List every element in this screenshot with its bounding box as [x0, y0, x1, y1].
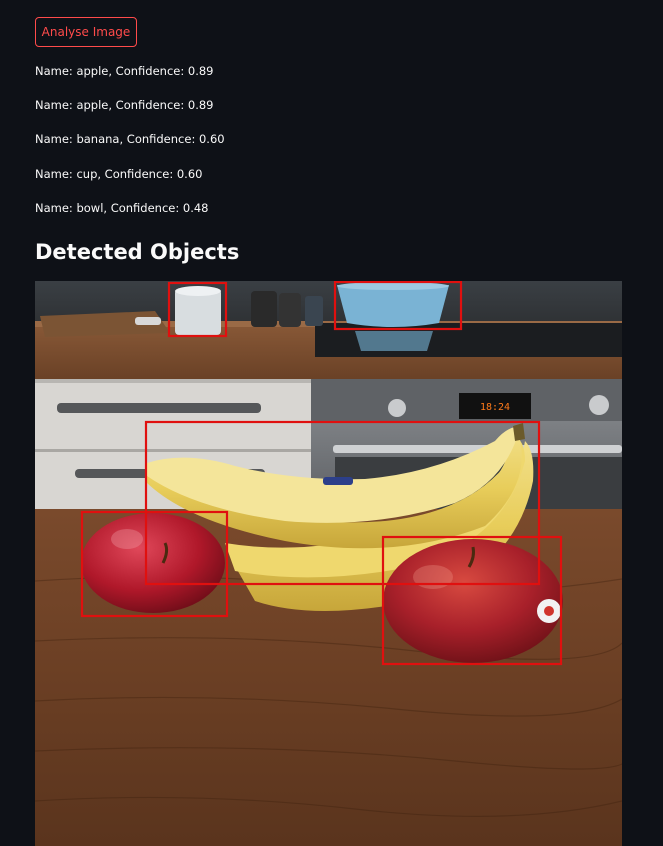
app-page: Analyse Image Name: apple, Confidence: 0…: [0, 0, 663, 846]
right-apple: [383, 539, 563, 663]
jar: [251, 291, 277, 327]
analyse-image-button[interactable]: Analyse Image: [35, 17, 137, 47]
detection-result-apple-2: Name: apple, Confidence: 0.89: [35, 98, 214, 112]
oven-clock-display: 18:24: [480, 402, 510, 413]
detection-image: 18:24: [35, 281, 622, 846]
detected-objects-heading: Detected Objects: [35, 240, 240, 264]
detection-result-apple-1: Name: apple, Confidence: 0.89: [35, 64, 214, 78]
detection-result-cup: Name: cup, Confidence: 0.60: [35, 167, 203, 181]
detection-result-bowl: Name: bowl, Confidence: 0.48: [35, 201, 209, 215]
left-apple: [81, 513, 225, 613]
blue-bowl: [337, 285, 449, 327]
detection-result-banana: Name: banana, Confidence: 0.60: [35, 132, 225, 146]
